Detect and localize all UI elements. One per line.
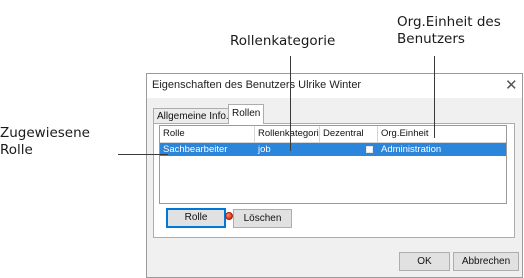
ok-button[interactable]: OK [399,252,450,271]
cancel-button[interactable]: Abbrechen [453,252,519,271]
column-header-role-category[interactable]: Rollenkategori [255,126,320,142]
delete-button[interactable]: Löschen [233,209,292,228]
roles-table: Rolle Rollenkategori Dezentral Org.Einhe… [159,125,507,204]
callout-line-role-category [290,56,291,151]
callout-line-org-unit [434,56,435,138]
annotation-assigned-role-line2: Rolle [0,142,33,158]
dialog-titlebar: Eigenschaften des Benutzers Ulrike Winte… [147,74,522,98]
tab-strip: Allgemeine Info. Rollen [147,98,522,125]
column-header-role[interactable]: Rolle [160,126,255,142]
role-button[interactable]: Rolle [166,208,226,228]
decentral-checkbox[interactable] [366,146,373,153]
table-row[interactable]: Sachbearbeiter job Administration [160,143,506,156]
annotation-org-unit-line1: Org.Einheit des [397,14,501,30]
cell-org-unit: Administration [381,144,442,155]
cell-role: Sachbearbeiter [163,144,228,155]
column-header-org-unit[interactable]: Org.Einheit [378,126,506,142]
annotation-role-category: Rollenkategorie [230,33,336,49]
user-properties-dialog: Eigenschaften des Benutzers Ulrike Winte… [146,73,523,278]
cell-role-category: job [258,144,271,155]
table-header-row: Rolle Rollenkategori Dezentral Org.Einhe… [160,126,506,143]
tab-roles[interactable]: Rollen [228,104,265,124]
annotation-assigned-role-line1: Zugewiesene [0,125,90,141]
cell-decentral [320,143,378,156]
callout-line-assigned-role [118,154,168,155]
close-icon[interactable]: ✕ [505,76,518,94]
delete-indicator-icon [225,212,233,220]
annotation-org-unit-line2: Benutzers [397,31,465,47]
column-header-decentral[interactable]: Dezentral [320,126,378,142]
dialog-title: Eigenschaften des Benutzers Ulrike Winte… [152,79,362,91]
